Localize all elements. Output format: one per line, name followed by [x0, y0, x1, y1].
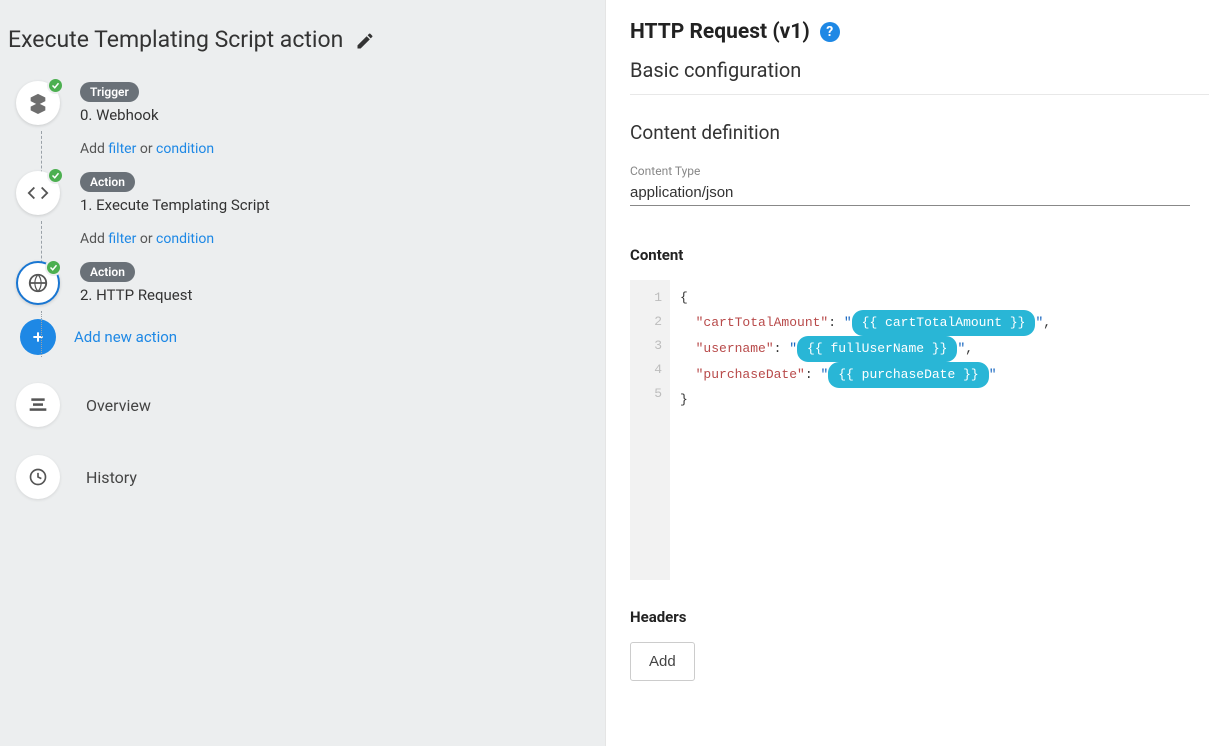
step-action-2[interactable]: Action 2. HTTP Request — [12, 261, 587, 309]
badge-action: Action — [80, 172, 135, 192]
badge-trigger: Trigger — [80, 82, 139, 102]
code-body[interactable]: { "cartTotalAmount": "{{ cartTotalAmount… — [670, 280, 1190, 580]
check-badge-icon — [47, 167, 64, 184]
globe-icon — [27, 272, 49, 294]
section-basic: Basic configuration — [630, 58, 1209, 95]
filter-link[interactable]: filter — [108, 231, 136, 247]
add-new-action[interactable]: Add new action — [20, 319, 587, 355]
condition-link[interactable]: condition — [156, 141, 214, 157]
step-action-1[interactable]: Action 1. Execute Templating Script Add … — [12, 171, 587, 247]
cubes-icon — [27, 92, 49, 114]
nav-history[interactable]: History — [16, 455, 587, 499]
pencil-icon[interactable] — [355, 30, 375, 50]
badge-action: Action — [80, 262, 135, 282]
content-type-input[interactable] — [630, 178, 1190, 206]
code-editor[interactable]: 12345 { "cartTotalAmount": "{{ cartTotal… — [630, 280, 1190, 580]
steps-list: Trigger 0. Webhook Add filter or conditi… — [8, 81, 587, 499]
template-var[interactable]: {{ fullUserName }} — [797, 336, 957, 362]
step-icon-wrap-selected — [16, 261, 60, 305]
history-icon — [16, 455, 60, 499]
template-var[interactable]: {{ purchaseDate }} — [828, 362, 988, 388]
label-headers: Headers — [630, 608, 1209, 626]
panel-title: HTTP Request (v1) ? — [630, 20, 1209, 44]
add-header-button[interactable]: Add — [630, 642, 695, 681]
step-trigger[interactable]: Trigger 0. Webhook Add filter or conditi… — [12, 81, 587, 157]
label-content: Content — [630, 246, 1209, 264]
condition-link[interactable]: condition — [156, 231, 214, 247]
page-title: Execute Templating Script action — [8, 26, 587, 53]
step-title: 2. HTTP Request — [80, 286, 192, 304]
filter-line: Add filter or condition — [80, 141, 587, 157]
code-icon — [27, 182, 49, 204]
label-content-type: Content Type — [630, 164, 1209, 178]
nav-label: Overview — [86, 396, 151, 415]
filter-link[interactable]: filter — [108, 141, 136, 157]
step-title: 1. Execute Templating Script — [80, 196, 270, 214]
step-icon-wrap — [16, 171, 60, 215]
section-content-def: Content definition — [630, 121, 1209, 144]
check-badge-icon — [47, 77, 64, 94]
nav-label: History — [86, 468, 137, 487]
help-icon[interactable]: ? — [820, 22, 840, 42]
page-title-text: Execute Templating Script action — [8, 26, 343, 53]
filter-line: Add filter or condition — [80, 231, 587, 247]
plus-icon — [20, 319, 56, 355]
nav-overview[interactable]: Overview — [16, 383, 587, 427]
step-icon-wrap — [16, 81, 60, 125]
code-gutter: 12345 — [630, 280, 670, 580]
workflow-panel: Execute Templating Script action Trigger… — [0, 0, 605, 746]
template-var[interactable]: {{ cartTotalAmount }} — [852, 310, 1036, 336]
check-badge-icon — [45, 259, 62, 276]
step-title: 0. Webhook — [80, 106, 159, 124]
overview-icon — [16, 383, 60, 427]
add-new-label: Add new action — [74, 328, 177, 346]
config-panel: HTTP Request (v1) ? Basic configuration … — [605, 0, 1209, 746]
connector-line — [41, 311, 42, 357]
